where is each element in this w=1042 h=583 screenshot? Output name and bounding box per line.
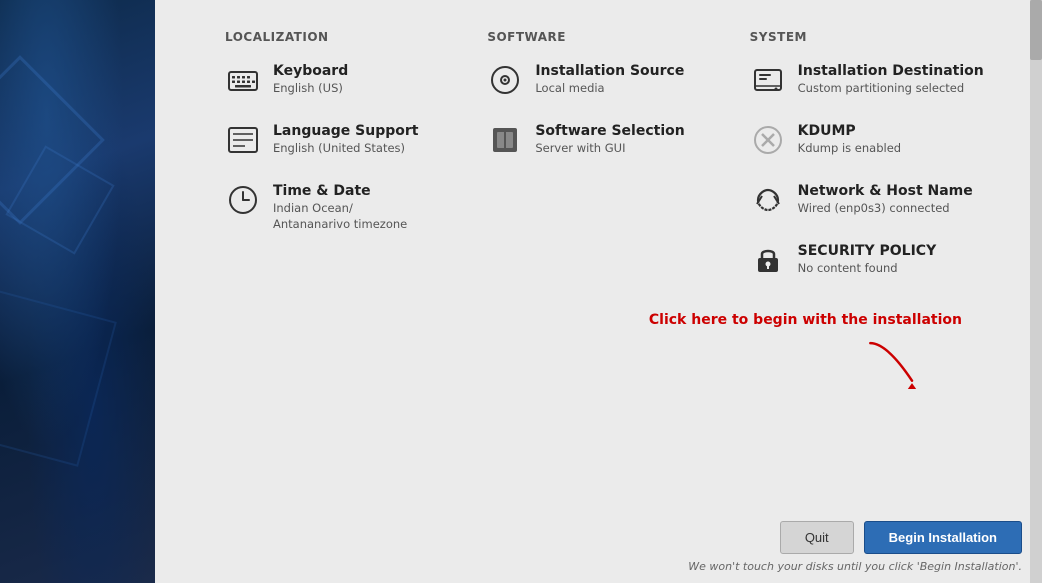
system-header: SYSTEM: [750, 30, 1012, 44]
software-header: SOFTWARE: [487, 30, 749, 44]
localization-section: LOCALIZATION: [225, 30, 487, 302]
installation-source-subtitle: Local media: [535, 80, 684, 96]
kdump-icon: [750, 122, 786, 158]
network-hostname-title: Network & Host Name: [798, 182, 973, 200]
keyboard-text: Keyboard English (US): [273, 62, 348, 96]
disc-icon: [487, 62, 523, 98]
keyboard-subtitle: English (US): [273, 80, 348, 96]
scrollbar-thumb[interactable]: [1030, 0, 1042, 60]
keyboard-item[interactable]: Keyboard English (US): [225, 62, 487, 98]
installation-destination-subtitle: Custom partitioning selected: [798, 80, 984, 96]
software-section: SOFTWARE Installation Source Local media: [487, 30, 749, 302]
kdump-item[interactable]: KDUMP Kdump is enabled: [750, 122, 1012, 158]
kdump-text: KDUMP Kdump is enabled: [798, 122, 901, 156]
time-date-text: Time & Date Indian Ocean/Antananarivo ti…: [273, 182, 407, 232]
software-selection-text: Software Selection Server with GUI: [535, 122, 684, 156]
bottom-bar: Quit Begin Installation We won't touch y…: [155, 511, 1042, 583]
quit-button[interactable]: Quit: [780, 521, 854, 554]
installation-source-title: Installation Source: [535, 62, 684, 80]
installation-destination-title: Installation Destination: [798, 62, 984, 80]
drive-icon: [750, 62, 786, 98]
language-support-text: Language Support English (United States): [273, 122, 418, 156]
network-hostname-subtitle: Wired (enp0s3) connected: [798, 200, 973, 216]
software-selection-title: Software Selection: [535, 122, 684, 140]
network-icon: [750, 182, 786, 218]
installation-source-text: Installation Source Local media: [535, 62, 684, 96]
security-policy-text: SECURITY POLICY No content found: [798, 242, 937, 276]
main-content: LOCALIZATION: [155, 0, 1042, 583]
package-icon: [487, 122, 523, 158]
language-support-subtitle: English (United States): [273, 140, 418, 156]
keyboard-title: Keyboard: [273, 62, 348, 80]
localization-header: LOCALIZATION: [225, 30, 487, 44]
installation-destination-text: Installation Destination Custom partitio…: [798, 62, 984, 96]
system-section: SYSTEM Installation Destination: [750, 30, 1012, 302]
lock-icon: [750, 242, 786, 278]
software-selection-subtitle: Server with GUI: [535, 140, 684, 156]
sidebar: [0, 0, 155, 583]
keyboard-icon: [225, 62, 261, 98]
security-policy-subtitle: No content found: [798, 260, 937, 276]
time-date-title: Time & Date: [273, 182, 407, 200]
security-policy-title: SECURITY POLICY: [798, 242, 937, 260]
bottom-buttons: Quit Begin Installation: [780, 521, 1022, 554]
kdump-title: KDUMP: [798, 122, 901, 140]
bottom-note: We won't touch your disks until you clic…: [688, 560, 1022, 573]
network-hostname-text: Network & Host Name Wired (enp0s3) conne…: [798, 182, 973, 216]
begin-installation-button[interactable]: Begin Installation: [864, 521, 1022, 554]
installation-destination-item[interactable]: Installation Destination Custom partitio…: [750, 62, 1012, 98]
security-policy-item[interactable]: SECURITY POLICY No content found: [750, 242, 1012, 278]
language-support-title: Language Support: [273, 122, 418, 140]
network-hostname-item[interactable]: Network & Host Name Wired (enp0s3) conne…: [750, 182, 1012, 218]
clock-icon: [225, 182, 261, 218]
annotation-text: Click here to begin with the installatio…: [649, 312, 962, 328]
installation-source-item[interactable]: Installation Source Local media: [487, 62, 749, 98]
time-date-subtitle: Indian Ocean/Antananarivo timezone: [273, 200, 407, 232]
language-icon: [225, 122, 261, 158]
annotation-arrow: [862, 334, 962, 394]
software-selection-item[interactable]: Software Selection Server with GUI: [487, 122, 749, 158]
kdump-subtitle: Kdump is enabled: [798, 140, 901, 156]
time-date-item[interactable]: Time & Date Indian Ocean/Antananarivo ti…: [225, 182, 487, 232]
language-support-item[interactable]: Language Support English (United States): [225, 122, 487, 158]
scrollbar-track[interactable]: [1030, 0, 1042, 583]
